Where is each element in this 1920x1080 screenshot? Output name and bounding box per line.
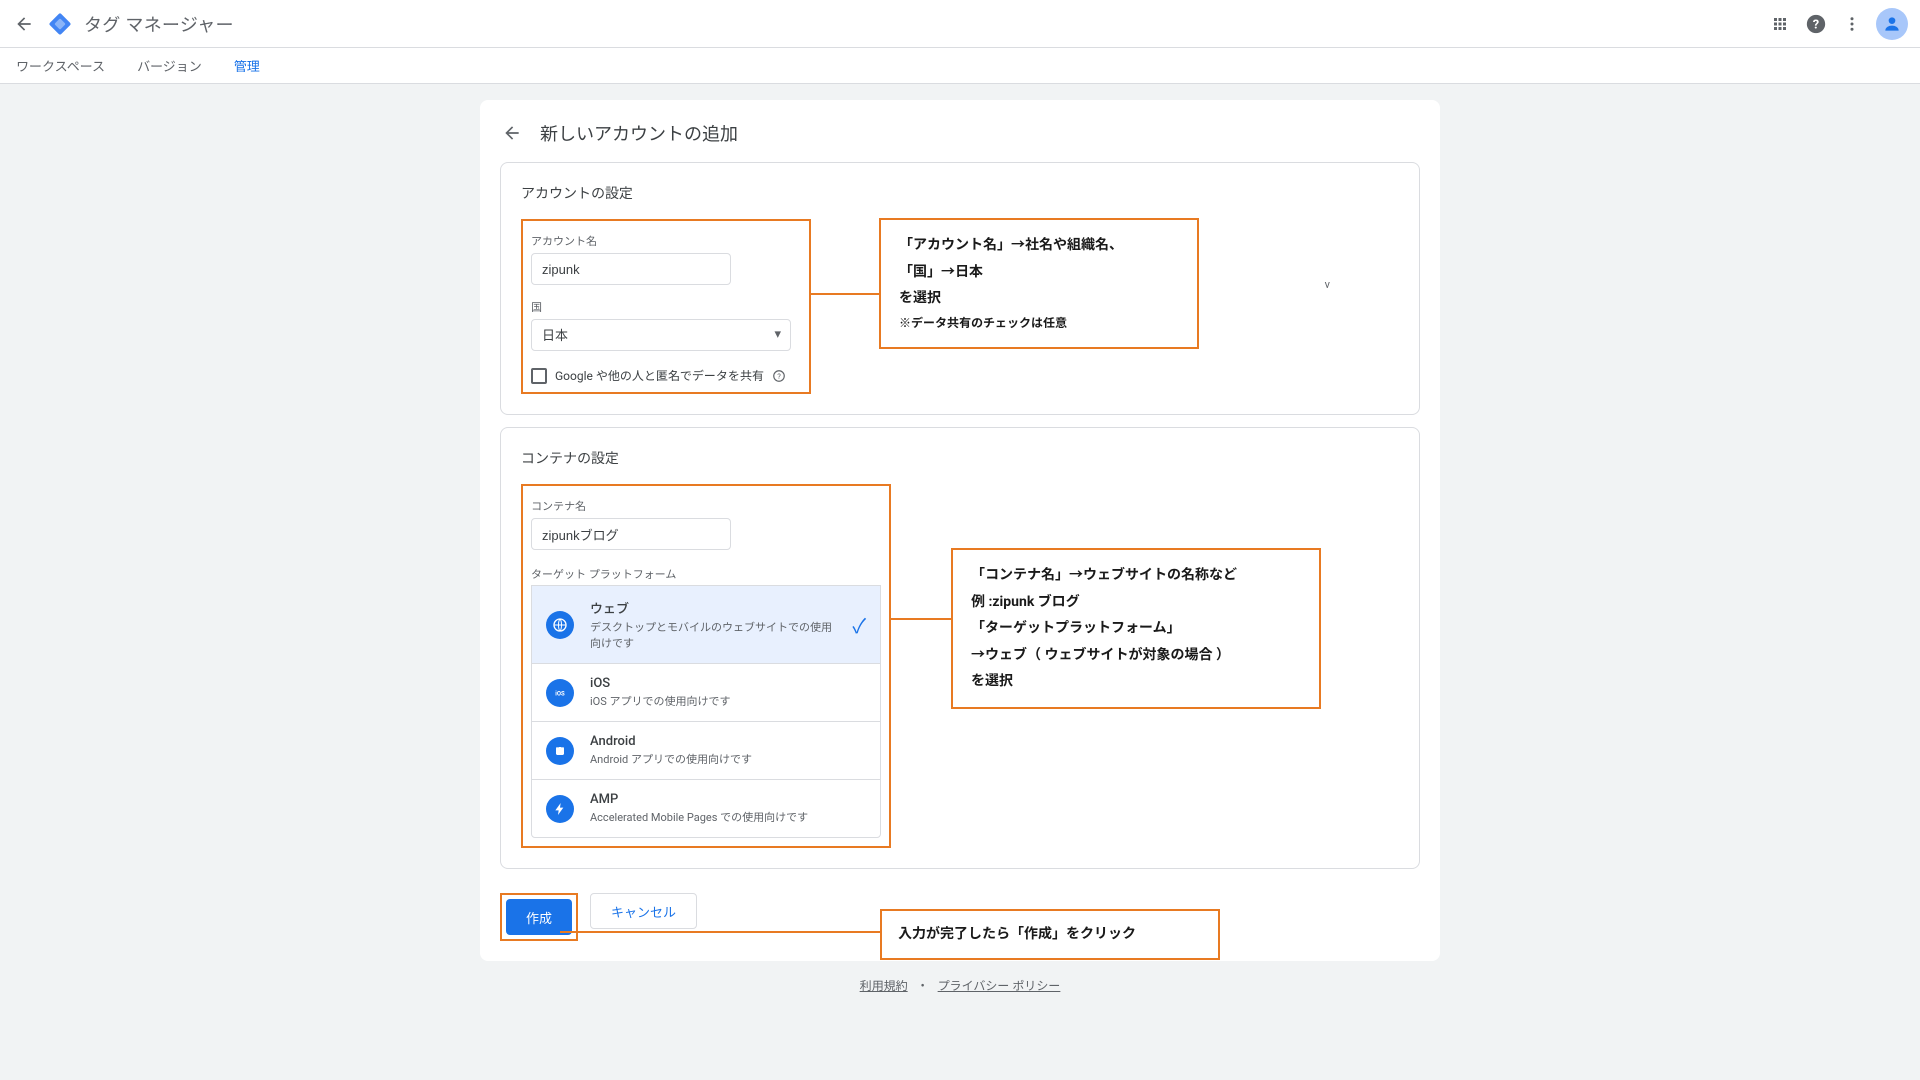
create-button-highlight: 作成 bbox=[500, 893, 578, 941]
account-highlight: アカウント名 国 日本 ▾ Google や他の人と匿名でデータを共有 ? bbox=[521, 219, 811, 394]
platform-amp[interactable]: AMP Accelerated Mobile Pages での使用向けです bbox=[531, 779, 881, 838]
gtm-logo-icon bbox=[48, 12, 72, 36]
svg-text:?: ? bbox=[1813, 17, 1819, 32]
platform-web[interactable]: ウェブ デスクトップとモバイルのウェブサイトでの使用向けです ✓ bbox=[531, 585, 881, 664]
back-arrow-icon[interactable] bbox=[12, 12, 36, 36]
container-name-input[interactable] bbox=[531, 518, 731, 550]
create-annotation: 入力が完了したら「作成」をクリック bbox=[880, 909, 1220, 960]
footer: 利用規約 ・ プライバシー ポリシー bbox=[0, 961, 1920, 1010]
tab-workspace[interactable]: ワークスペース bbox=[12, 56, 109, 75]
nav-tabs: ワークスペース バージョン 管理 bbox=[0, 48, 1920, 84]
svg-text:iOS: iOS bbox=[555, 690, 565, 697]
container-card-title: コンテナの設定 bbox=[521, 448, 1399, 468]
help-icon[interactable]: ? bbox=[1804, 12, 1828, 36]
account-card-title: アカウントの設定 bbox=[521, 183, 1399, 203]
page-title: 新しいアカウントの追加 bbox=[540, 120, 738, 146]
container-settings-card: コンテナの設定 コンテナ名 ターゲット プラットフォーム ウェブ デスクトップと… bbox=[500, 427, 1420, 869]
platform-label: ターゲット プラットフォーム bbox=[531, 566, 881, 582]
share-data-checkbox[interactable] bbox=[531, 368, 547, 384]
check-icon: ✓ bbox=[852, 610, 866, 639]
platform-ios[interactable]: iOS iOS iOS アプリでの使用向けです bbox=[531, 663, 881, 722]
tab-admin[interactable]: 管理 bbox=[230, 56, 264, 75]
user-avatar[interactable] bbox=[1876, 8, 1908, 40]
account-name-label: アカウント名 bbox=[531, 233, 801, 249]
platform-android[interactable]: Android Android アプリでの使用向けです bbox=[531, 721, 881, 780]
app-header: タグ マネージャー ? bbox=[0, 0, 1920, 48]
country-label: 国 bbox=[531, 299, 801, 315]
container-annotation: 「コンテナ名」→ウェブサイトの名称など 例 :zipunk ブログ 「ターゲット… bbox=[951, 548, 1321, 709]
country-select[interactable]: 日本 bbox=[531, 319, 791, 351]
amp-icon bbox=[546, 795, 574, 823]
page-back-icon[interactable] bbox=[500, 121, 524, 145]
info-icon[interactable]: ? bbox=[772, 369, 786, 383]
account-annotation: 「アカウント名」→社名や組織名、 「国」→日本 を選択 ※データ共有のチェックは… bbox=[879, 218, 1199, 349]
connector-line bbox=[811, 293, 879, 295]
button-row: 作成 キャンセル 入力が完了したら「作成」をクリック bbox=[480, 881, 1440, 941]
main-content: v 新しいアカウントの追加 アカウントの設定 アカウント名 国 日本 ▾ bbox=[0, 84, 1920, 1080]
share-data-label: Google や他の人と匿名でデータを共有 bbox=[555, 367, 764, 384]
web-icon bbox=[546, 611, 574, 639]
create-button[interactable]: 作成 bbox=[506, 899, 572, 935]
cancel-button[interactable]: キャンセル bbox=[590, 893, 697, 929]
privacy-link[interactable]: プライバシー ポリシー bbox=[938, 979, 1061, 993]
content-panel: v 新しいアカウントの追加 アカウントの設定 アカウント名 国 日本 ▾ bbox=[480, 100, 1440, 961]
container-name-label: コンテナ名 bbox=[531, 498, 881, 514]
svg-text:?: ? bbox=[777, 371, 781, 380]
account-name-input[interactable] bbox=[531, 253, 731, 285]
terms-link[interactable]: 利用規約 bbox=[860, 979, 908, 993]
tab-version[interactable]: バージョン bbox=[133, 56, 206, 75]
container-highlight: コンテナ名 ターゲット プラットフォーム ウェブ デスクトップとモバイルのウェブ… bbox=[521, 484, 891, 848]
apps-icon[interactable] bbox=[1768, 12, 1792, 36]
connector-line bbox=[891, 618, 951, 620]
account-settings-card: アカウントの設定 アカウント名 国 日本 ▾ Google や他の人と匿名でデー… bbox=[500, 162, 1420, 415]
ios-icon: iOS bbox=[546, 679, 574, 707]
more-menu-icon[interactable] bbox=[1840, 12, 1864, 36]
android-icon bbox=[546, 737, 574, 765]
product-name: タグ マネージャー bbox=[84, 11, 234, 37]
connector-line bbox=[560, 931, 880, 933]
